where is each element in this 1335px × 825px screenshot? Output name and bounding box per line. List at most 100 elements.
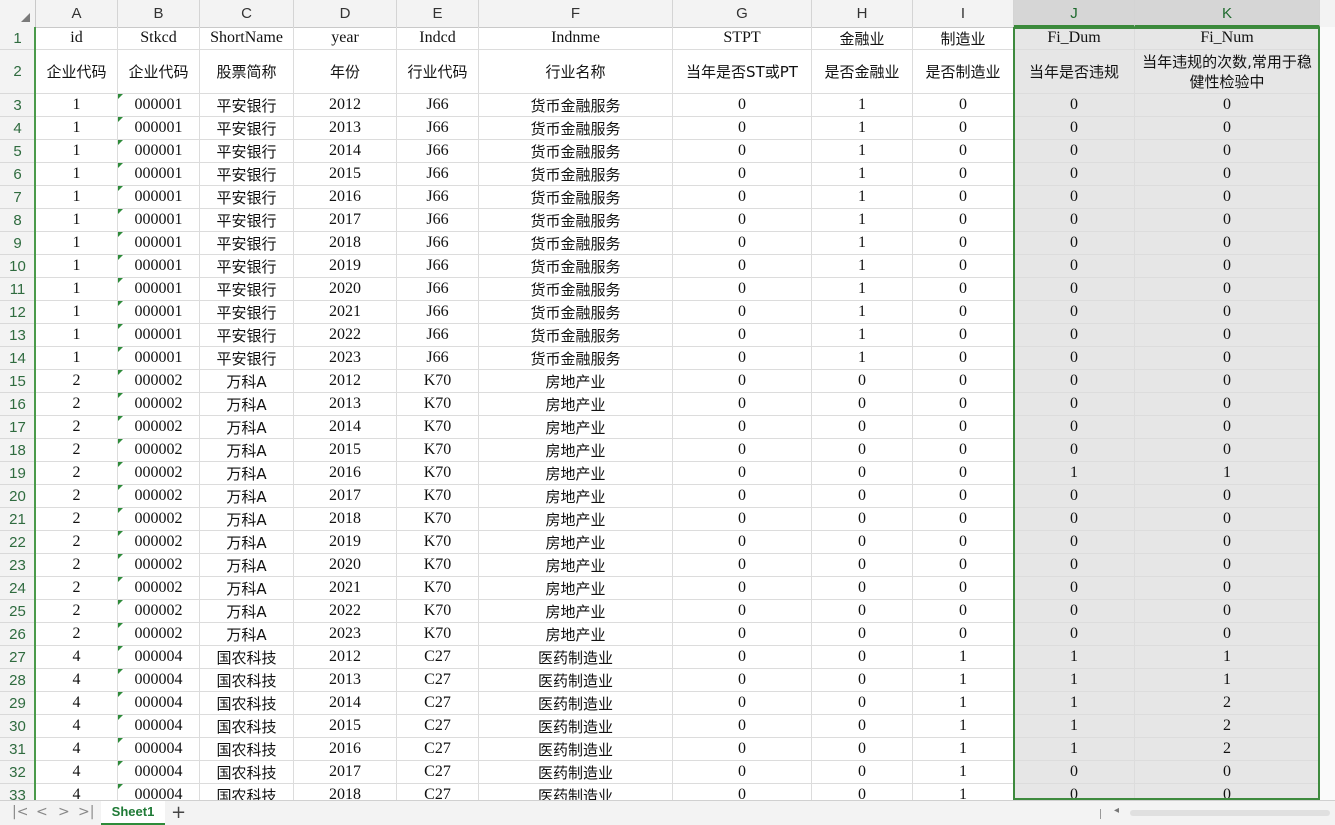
cell-i[interactable]: 0 [913, 485, 1014, 508]
cell-h[interactable]: 1 [812, 163, 913, 186]
cell-f[interactable]: 货币金融服务 [479, 255, 673, 278]
cell-g[interactable]: 0 [673, 94, 812, 117]
cell-k[interactable]: 0 [1135, 278, 1320, 301]
row-header-5[interactable]: 5 [0, 140, 35, 163]
cell-c[interactable]: 万科A [200, 416, 294, 439]
cell-a[interactable]: 2 [36, 600, 118, 623]
cell-b[interactable]: 000001 [118, 232, 200, 255]
cell-g[interactable]: 0 [673, 232, 812, 255]
cell-c[interactable]: 平安银行 [200, 278, 294, 301]
cell-b[interactable]: 000004 [118, 692, 200, 715]
cell-f[interactable]: 医药制造业 [479, 646, 673, 669]
cell-k[interactable]: 0 [1135, 784, 1320, 800]
cell-h[interactable]: 0 [812, 370, 913, 393]
cell-g[interactable]: 0 [673, 761, 812, 784]
cell-j[interactable]: 0 [1014, 94, 1135, 117]
cell-j[interactable]: 1 [1014, 669, 1135, 692]
cell-a[interactable]: 2 [36, 485, 118, 508]
cell-d[interactable]: 2018 [294, 508, 397, 531]
cell-d[interactable]: 2023 [294, 623, 397, 646]
cell-k[interactable]: 0 [1135, 94, 1320, 117]
cell-e[interactable]: J66 [397, 163, 479, 186]
row-header-11[interactable]: 11 [0, 278, 35, 301]
cell-c[interactable]: 国农科技 [200, 692, 294, 715]
cell-b[interactable]: 000001 [118, 209, 200, 232]
cell-f[interactable]: 货币金融服务 [479, 140, 673, 163]
cell-d[interactable]: 2017 [294, 485, 397, 508]
cell-f[interactable]: 房地产业 [479, 416, 673, 439]
cell-i[interactable]: 0 [913, 232, 1014, 255]
cell-f[interactable]: 货币金融服务 [479, 209, 673, 232]
cell-e[interactable]: J66 [397, 94, 479, 117]
row-header-24[interactable]: 24 [0, 577, 35, 600]
cell-b[interactable]: 000004 [118, 738, 200, 761]
cell-h[interactable]: 1 [812, 117, 913, 140]
row-header-13[interactable]: 13 [0, 324, 35, 347]
cell-b[interactable]: 000001 [118, 163, 200, 186]
sheet-tab-sheet1[interactable]: Sheet1 [101, 801, 165, 825]
cell-i[interactable]: 0 [913, 393, 1014, 416]
cell-d[interactable]: 2022 [294, 324, 397, 347]
cell-g[interactable]: 0 [673, 462, 812, 485]
cell-j[interactable]: 0 [1014, 577, 1135, 600]
cell-b[interactable]: 000002 [118, 485, 200, 508]
row-header-30[interactable]: 30 [0, 715, 35, 738]
row-header-19[interactable]: 19 [0, 462, 35, 485]
cell-f[interactable]: 货币金融服务 [479, 232, 673, 255]
cell-k[interactable]: 0 [1135, 416, 1320, 439]
cell-j[interactable]: 0 [1014, 784, 1135, 800]
cell-e[interactable]: J66 [397, 140, 479, 163]
cell-e[interactable]: C27 [397, 692, 479, 715]
cell-h[interactable]: 0 [812, 531, 913, 554]
cell-c[interactable]: 平安银行 [200, 186, 294, 209]
cell-f[interactable]: 货币金融服务 [479, 186, 673, 209]
cell-d[interactable]: 2012 [294, 370, 397, 393]
cell-k[interactable]: 0 [1135, 531, 1320, 554]
cell-g[interactable]: 0 [673, 140, 812, 163]
row-header-33[interactable]: 33 [0, 784, 35, 801]
row-header-21[interactable]: 21 [0, 508, 35, 531]
cell-e[interactable]: C27 [397, 646, 479, 669]
cell-d[interactable]: 2021 [294, 577, 397, 600]
cell-i[interactable]: 0 [913, 209, 1014, 232]
cell-i[interactable]: 0 [913, 94, 1014, 117]
cell-g[interactable]: 0 [673, 186, 812, 209]
cell-d[interactable]: 2015 [294, 715, 397, 738]
cell-d[interactable]: 2014 [294, 692, 397, 715]
cell-k[interactable]: 1 [1135, 646, 1320, 669]
cell-d[interactable]: 2022 [294, 600, 397, 623]
cell-k[interactable]: 0 [1135, 439, 1320, 462]
cell-e[interactable]: J66 [397, 324, 479, 347]
column-header-h[interactable]: H [812, 0, 913, 27]
cell-f[interactable]: 货币金融服务 [479, 301, 673, 324]
cell-e[interactable]: K70 [397, 508, 479, 531]
cell-b[interactable]: 企业代码 [118, 50, 200, 94]
cell-j[interactable]: 0 [1014, 301, 1135, 324]
row-header-9[interactable]: 9 [0, 232, 35, 255]
row-header-7[interactable]: 7 [0, 186, 35, 209]
cell-b[interactable]: 000002 [118, 577, 200, 600]
cell-j[interactable]: 1 [1014, 692, 1135, 715]
row-header-1[interactable]: 1 [0, 27, 35, 50]
cell-j[interactable]: 0 [1014, 623, 1135, 646]
cell-i[interactable]: 0 [913, 255, 1014, 278]
cell-b[interactable]: 000001 [118, 255, 200, 278]
cell-b[interactable]: 000001 [118, 140, 200, 163]
cell-d[interactable]: 2013 [294, 669, 397, 692]
row-header-17[interactable]: 17 [0, 416, 35, 439]
cell-h[interactable]: 0 [812, 485, 913, 508]
cell-d[interactable]: 2014 [294, 140, 397, 163]
cell-f[interactable]: 医药制造业 [479, 692, 673, 715]
cell-j[interactable]: 0 [1014, 531, 1135, 554]
cell-j[interactable]: 0 [1014, 554, 1135, 577]
cell-e[interactable]: J66 [397, 232, 479, 255]
row-header-22[interactable]: 22 [0, 531, 35, 554]
cell-f[interactable]: Indnme [479, 27, 673, 50]
cell-a[interactable]: 1 [36, 163, 118, 186]
cell-e[interactable]: C27 [397, 761, 479, 784]
cell-d[interactable]: 2019 [294, 531, 397, 554]
cell-j[interactable]: 0 [1014, 508, 1135, 531]
column-header-g[interactable]: G [673, 0, 812, 27]
cell-g[interactable]: 0 [673, 692, 812, 715]
cell-j[interactable]: 0 [1014, 209, 1135, 232]
